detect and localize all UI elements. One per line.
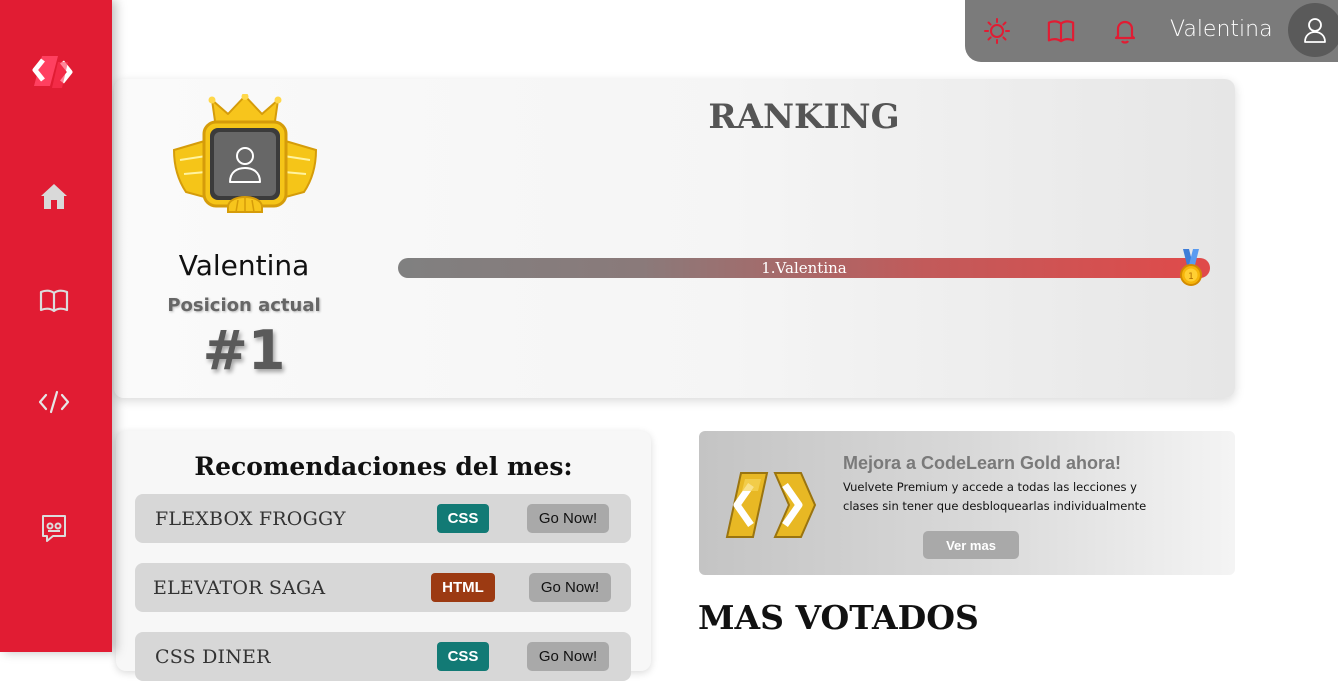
list-item: CSS DINER CSS Go Now! [135, 632, 631, 681]
gold-medal-icon: 1 [1178, 249, 1204, 289]
ranking-title: RANKING [708, 97, 900, 137]
bell-icon[interactable] [1109, 15, 1141, 47]
go-now-button[interactable]: Go Now! [527, 504, 609, 533]
position-value: #1 [202, 319, 286, 382]
premium-promo: Mejora a CodeLearn Gold ahora! Vuelvete … [699, 431, 1235, 575]
tag-badge: CSS [437, 642, 489, 671]
chat-icon[interactable] [36, 510, 72, 546]
tag-badge: HTML [431, 573, 495, 602]
recommendations-card: Recomendaciones del mes: FLEXBOX FROGGY … [116, 431, 651, 681]
list-item: FLEXBOX FROGGY CSS Go Now! [135, 494, 631, 543]
course-name: CSS DINER [155, 646, 271, 668]
course-name: ELEVATOR SAGA [153, 577, 326, 599]
ranking-bar-label: 1.Valentina [761, 259, 847, 277]
most-voted-title: MAS VOTADOS [698, 598, 979, 637]
avatar[interactable] [1288, 3, 1338, 57]
home-icon[interactable] [36, 178, 72, 214]
promo-title: Mejora a CodeLearn Gold ahora! [843, 453, 1122, 473]
list-item: ELEVATOR SAGA HTML Go Now! [135, 563, 631, 612]
book-icon[interactable] [36, 282, 72, 318]
sidebar [0, 0, 112, 652]
see-more-button[interactable]: Ver mas [923, 531, 1019, 559]
top-bar: Valentina [965, 0, 1338, 62]
go-now-button[interactable]: Go Now! [527, 642, 609, 671]
recommendations-title: Recomendaciones del mes: [194, 452, 573, 481]
ranking-bar: 1.Valentina [398, 258, 1210, 278]
promo-text: Vuelvete Premium y accede a todas las le… [843, 480, 1147, 513]
profile-name: Valentina [178, 249, 310, 282]
crown-badge-icon [172, 93, 318, 226]
course-name: FLEXBOX FROGGY [155, 508, 346, 530]
code-icon[interactable] [36, 384, 72, 420]
tag-badge: CSS [437, 504, 489, 533]
position-label: Posicion actual [167, 295, 321, 316]
sun-icon[interactable] [981, 15, 1013, 47]
username-label[interactable]: Valentina [1170, 17, 1273, 42]
go-now-button[interactable]: Go Now! [529, 573, 611, 602]
codelearn-logo[interactable] [28, 52, 84, 90]
ranking-card: Valentina Posicion actual #1 RANKING 1.V… [114, 79, 1235, 398]
book-icon[interactable] [1045, 15, 1077, 47]
codelearn-gold-logo-icon [723, 467, 819, 543]
svg-text:1: 1 [1188, 272, 1194, 282]
